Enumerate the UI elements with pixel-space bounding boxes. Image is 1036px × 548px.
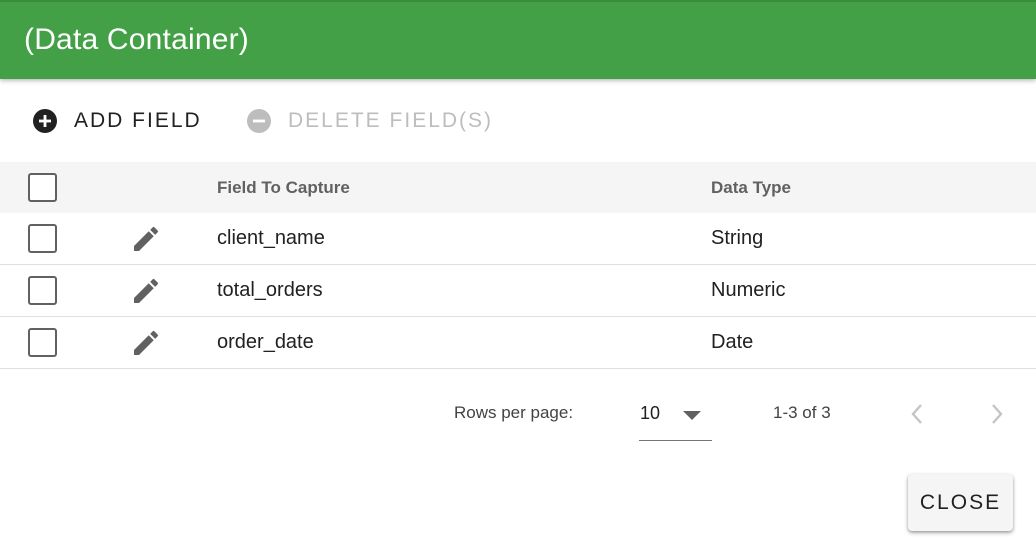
chevron-left-icon	[911, 404, 922, 424]
row-checkbox-cell	[28, 265, 57, 316]
pencil-icon[interactable]	[130, 223, 162, 255]
table-row: order_date Date	[0, 317, 1036, 369]
pagination: Rows per page: 10 1-3 of 3	[0, 385, 1036, 445]
data-type: String	[711, 227, 764, 249]
data-type-cell: Date	[711, 317, 753, 368]
caret-down-icon	[683, 411, 701, 420]
select-all-cell	[28, 162, 57, 213]
field-name: total_orders	[217, 279, 323, 301]
close-button[interactable]: CLOSE	[908, 474, 1013, 531]
row-checkbox[interactable]	[28, 224, 57, 253]
row-edit-cell	[130, 317, 162, 368]
field-name-cell: order_date	[217, 317, 314, 368]
table-header: Field To Capture Data Type	[0, 162, 1036, 213]
select-all-checkbox[interactable]	[28, 173, 57, 202]
column-header-field-label: Field To Capture	[217, 177, 350, 197]
rows-per-page-value: 10	[640, 403, 661, 423]
row-edit-cell	[130, 213, 162, 264]
dialog-title: (Data Container)	[24, 23, 249, 56]
row-checkbox-cell	[28, 213, 57, 264]
rows-per-page-label: Rows per page:	[454, 403, 574, 422]
previous-page-button[interactable]	[902, 397, 932, 431]
table-row: client_name String	[0, 213, 1036, 265]
row-checkbox[interactable]	[28, 276, 57, 305]
column-header-type: Data Type	[711, 162, 791, 213]
chevron-right-icon	[992, 404, 1003, 424]
data-container-dialog: (Data Container) ADD FIELD DELETE FIELD(…	[0, 0, 1036, 548]
table-row: total_orders Numeric	[0, 265, 1036, 317]
column-header-field: Field To Capture	[217, 162, 350, 213]
data-type-cell: Numeric	[711, 265, 785, 316]
data-type: Date	[711, 331, 754, 353]
pencil-icon[interactable]	[130, 275, 162, 307]
delete-fields-label: DELETE FIELD(S)	[288, 109, 494, 132]
add-field-label: ADD FIELD	[74, 109, 202, 132]
next-page-button[interactable]	[982, 397, 1012, 431]
page-range: 1-3 of 3	[773, 403, 831, 422]
pencil-icon[interactable]	[130, 327, 162, 359]
row-edit-cell	[130, 265, 162, 316]
rows-per-page-select[interactable]: 10	[639, 395, 712, 441]
data-type: Numeric	[711, 279, 786, 301]
field-name: order_date	[217, 331, 314, 353]
minus-circle-icon	[247, 109, 271, 133]
row-checkbox[interactable]	[28, 328, 57, 357]
row-checkbox-cell	[28, 317, 57, 368]
delete-fields-button[interactable]: DELETE FIELD(S)	[247, 95, 493, 147]
fields-table: Field To Capture Data Type client_name S…	[0, 162, 1036, 369]
column-header-type-label: Data Type	[711, 177, 791, 197]
field-name-cell: total_orders	[217, 265, 323, 316]
dialog-header: (Data Container)	[0, 0, 1036, 79]
data-type-cell: String	[711, 213, 763, 264]
add-field-button[interactable]: ADD FIELD	[33, 95, 202, 147]
field-name-cell: client_name	[217, 213, 325, 264]
plus-circle-icon	[33, 109, 57, 133]
field-name: client_name	[217, 227, 325, 249]
toolbar: ADD FIELD DELETE FIELD(S)	[0, 95, 1036, 147]
